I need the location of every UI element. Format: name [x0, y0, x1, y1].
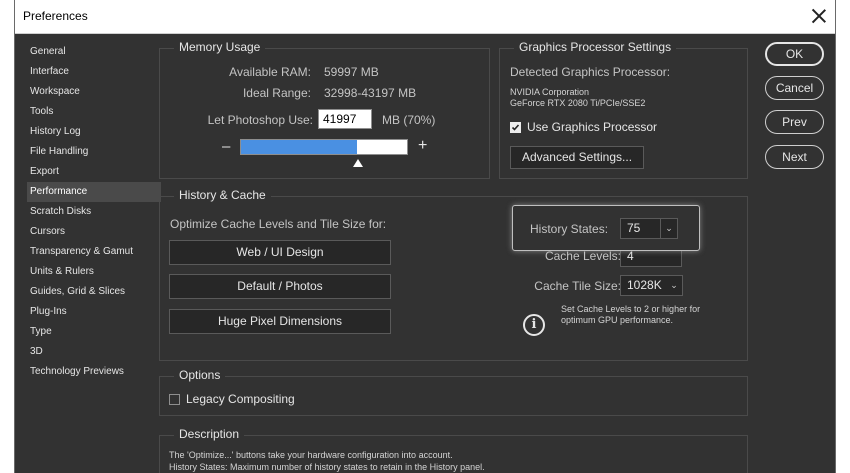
- checkmark-icon: [511, 124, 520, 131]
- gpu-settings-panel: Graphics Processor Settings Detected Gra…: [499, 40, 748, 179]
- sidebar-item-technology-previews[interactable]: Technology Previews: [27, 362, 161, 382]
- title-bar: Preferences: [15, 0, 835, 34]
- next-button[interactable]: Next: [765, 145, 824, 169]
- history-cache-title: History & Cache: [174, 188, 271, 202]
- history-cache-panel: History & Cache Optimize Cache Levels an…: [159, 188, 748, 361]
- memory-amount-input[interactable]: 41997: [318, 109, 372, 129]
- sidebar-item-interface[interactable]: Interface: [27, 62, 161, 82]
- memory-slider-fill: [241, 140, 358, 154]
- legacy-compositing-checkbox[interactable]: [169, 394, 180, 405]
- options-panel: Options Legacy Compositing: [159, 368, 748, 416]
- memory-usage-panel: Memory Usage Available RAM: 59997 MB Ide…: [159, 40, 490, 179]
- sidebar-item-workspace[interactable]: Workspace: [27, 82, 161, 102]
- description-panel: Description The 'Optimize...' buttons ta…: [159, 427, 748, 473]
- window-title: Preferences: [23, 9, 88, 23]
- cache-info-line2: optimum GPU performance.: [561, 315, 674, 325]
- memory-slider-thumb[interactable]: [352, 159, 363, 167]
- sidebar-item-general[interactable]: General: [27, 42, 161, 62]
- description-line1: The 'Optimize...' buttons take your hard…: [169, 450, 453, 460]
- plus-icon[interactable]: +: [418, 137, 427, 155]
- description-title: Description: [174, 427, 245, 441]
- web-ui-design-button[interactable]: Web / UI Design: [169, 240, 391, 265]
- sidebar-item-scratch-disks[interactable]: Scratch Disks: [27, 202, 161, 222]
- advanced-settings-button[interactable]: Advanced Settings...: [510, 146, 644, 169]
- history-states-select[interactable]: 75 ⌄: [620, 218, 678, 239]
- gpu-vendor: NVIDIA Corporation: [510, 87, 590, 97]
- default-photos-button[interactable]: Default / Photos: [169, 274, 391, 299]
- available-ram-value: 59997 MB: [324, 65, 379, 79]
- close-icon[interactable]: [809, 6, 829, 26]
- cache-levels-value: 4: [627, 249, 634, 263]
- history-states-label: History States:: [530, 222, 609, 236]
- history-states-highlight: History States: 75 ⌄: [512, 205, 700, 251]
- sidebar-item-units-rulers[interactable]: Units & Rulers: [27, 262, 161, 282]
- sidebar-item-3d[interactable]: 3D: [27, 342, 161, 362]
- memory-usage-title: Memory Usage: [174, 40, 266, 54]
- cache-levels-label: Cache Levels:: [544, 249, 621, 263]
- minus-icon[interactable]: –: [222, 138, 230, 155]
- cancel-button[interactable]: Cancel: [765, 76, 824, 100]
- options-title: Options: [174, 368, 226, 382]
- sidebar-item-transparency-gamut[interactable]: Transparency & Gamut: [27, 242, 161, 262]
- chevron-down-icon: ⌄: [670, 280, 678, 290]
- sidebar-item-history-log[interactable]: History Log: [27, 122, 161, 142]
- sidebar-item-file-handling[interactable]: File Handling: [27, 142, 161, 162]
- gpu-settings-title: Graphics Processor Settings: [514, 40, 677, 54]
- memory-slider-track[interactable]: [240, 139, 408, 155]
- ok-button[interactable]: OK: [765, 42, 824, 66]
- cache-tile-size-select[interactable]: 1028K ⌄: [620, 275, 683, 296]
- cache-tile-size-label: Cache Tile Size:: [534, 279, 621, 293]
- sidebar-item-performance[interactable]: Performance: [27, 182, 161, 202]
- cache-info-line1: Set Cache Levels to 2 or higher for: [561, 304, 701, 314]
- cache-tile-size-value: 1028K: [627, 278, 662, 292]
- sidebar: General Interface Workspace Tools Histor…: [27, 42, 161, 382]
- ideal-range-value: 32998-43197 MB: [324, 86, 417, 100]
- available-ram-label: Available RAM:: [229, 65, 311, 79]
- legacy-compositing-label: Legacy Compositing: [186, 392, 295, 406]
- let-photoshop-use-label: Let Photoshop Use:: [207, 113, 313, 127]
- sidebar-item-tools[interactable]: Tools: [27, 102, 161, 122]
- ideal-range-label: Ideal Range:: [242, 86, 311, 100]
- use-gpu-checkbox[interactable]: [510, 122, 521, 133]
- gpu-model: GeForce RTX 2080 Ti/PCIe/SSE2: [510, 98, 646, 108]
- history-states-value: 75: [627, 221, 641, 235]
- detected-gpu-label: Detected Graphics Processor:: [510, 65, 671, 79]
- sidebar-item-cursors[interactable]: Cursors: [27, 222, 161, 242]
- huge-pixel-dimensions-button[interactable]: Huge Pixel Dimensions: [169, 309, 391, 334]
- info-icon: i: [523, 314, 545, 336]
- optimize-label: Optimize Cache Levels and Tile Size for:: [170, 217, 387, 231]
- sidebar-item-type[interactable]: Type: [27, 322, 161, 342]
- sidebar-item-guides-grid-slices[interactable]: Guides, Grid & Slices: [27, 282, 161, 302]
- chevron-down-icon: ⌄: [660, 219, 677, 238]
- preferences-window: Preferences General Interface Workspace …: [14, 0, 836, 473]
- description-line2: History States: Maximum number of histor…: [169, 462, 485, 472]
- sidebar-item-plug-ins[interactable]: Plug-Ins: [27, 302, 161, 322]
- use-gpu-label: Use Graphics Processor: [527, 120, 658, 134]
- prev-button[interactable]: Prev: [765, 110, 824, 134]
- memory-unit-label: MB (70%): [382, 113, 436, 127]
- sidebar-item-export[interactable]: Export: [27, 162, 161, 182]
